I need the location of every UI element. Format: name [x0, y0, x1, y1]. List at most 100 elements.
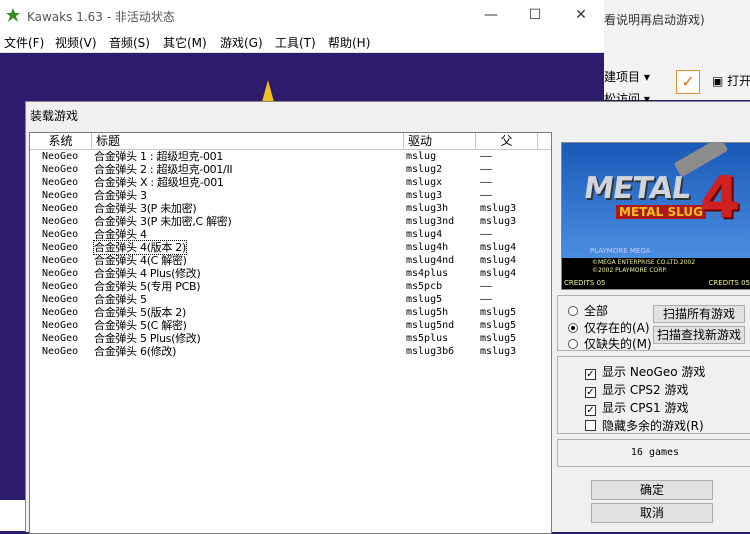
checkbox-show-neogeo[interactable]: ✓ 显示 NeoGeo 游戏	[585, 363, 705, 380]
game-driver: mslug5	[406, 294, 443, 305]
game-title: 合金弹头 4(版本 2)	[93, 240, 187, 255]
game-list[interactable]: 系统 标题 驱动 父 NeoGeo 合金弹头 1 : 超级坦克-001 mslug —…	[29, 132, 552, 534]
show-options-group: ✓ 显示 NeoGeo 游戏 ✓ 显示 CPS2 游戏 ✓ 显示 CPS1 游戏 隐藏…	[557, 356, 750, 434]
game-title: 合金弹头 3	[94, 189, 147, 202]
game-row[interactable]: NeoGeo 合金弹头 5(版本 2) mslug5h mslug5	[30, 306, 551, 319]
game-row[interactable]: NeoGeo 合金弹头 6(修改) mslug3b6 mslug3	[30, 345, 551, 358]
menu-video[interactable]: 视频(V)	[55, 34, 97, 51]
column-parent[interactable]: 父	[476, 133, 538, 149]
menu-tools[interactable]: 工具(T)	[275, 34, 316, 51]
background-hint-text: 看说明再启动游戏)	[604, 13, 705, 27]
checkbox-hide-extra[interactable]: 隐藏多余的游戏(R)	[585, 417, 704, 434]
preview-credits-left: CREDITS 05	[564, 279, 606, 287]
game-count-box: 16 games	[557, 439, 750, 467]
game-row[interactable]: NeoGeo 合金弹头 3(P 未加密,C 解密) mslug3nd mslug3	[30, 215, 551, 228]
column-system[interactable]: 系统	[30, 133, 92, 149]
game-title: 合金弹头 5	[94, 293, 147, 306]
game-parent: mslug4	[480, 255, 517, 266]
kawaks-titlebar[interactable]: Kawaks 1.63 - 非活动状态 — ☐ ✕	[0, 0, 604, 31]
game-parent: ——	[480, 294, 493, 305]
column-driver[interactable]: 驱动	[404, 133, 476, 149]
game-row[interactable]: NeoGeo 合金弹头 4(C 解密) mslug4nd mslug4	[30, 254, 551, 267]
close-icon[interactable]: ✕	[574, 8, 588, 22]
ribbon-open[interactable]: ▣ 打开	[712, 72, 750, 89]
check-icon: ✓	[585, 387, 596, 398]
preview-credits-right: CREDITS 05	[708, 279, 750, 287]
radio-all-dot	[568, 306, 578, 316]
game-system: NeoGeo	[42, 216, 79, 227]
checkbox-show-cps1[interactable]: ✓ 显示 CPS1 游戏	[585, 399, 689, 416]
game-parent: ——	[480, 190, 493, 201]
game-system: NeoGeo	[42, 307, 79, 318]
game-parent: ——	[480, 151, 493, 162]
ok-button[interactable]: 确定	[591, 480, 713, 500]
scan-all-button[interactable]: 扫描所有游戏	[653, 305, 745, 323]
game-preview: METAL METAL SLUG 4 PLAYMORE MEGA ©MEGA E…	[561, 142, 750, 290]
game-row[interactable]: NeoGeo 合金弹头 3 mslug3 ——	[30, 189, 551, 202]
game-parent: mslug5	[480, 307, 517, 318]
game-row[interactable]: NeoGeo 合金弹头 1 : 超级坦克-001 mslug ——	[30, 150, 551, 163]
game-title: 合金弹头 4	[94, 228, 147, 241]
game-title: 合金弹头 5(专用 PCB)	[94, 280, 201, 293]
preview-logo-text: METAL	[581, 171, 693, 206]
maximize-icon[interactable]: ☐	[528, 8, 542, 22]
check-icon: ✓	[585, 405, 596, 416]
game-system: NeoGeo	[42, 346, 79, 357]
ribbon-open-label: 打开	[727, 74, 750, 88]
preview-logo-number: 4	[700, 163, 741, 231]
background-art	[262, 80, 274, 102]
column-title[interactable]: 标题	[92, 133, 404, 149]
game-system: NeoGeo	[42, 268, 79, 279]
game-system: NeoGeo	[42, 255, 79, 266]
checkbox-show-cps2[interactable]: ✓ 显示 CPS2 游戏	[585, 381, 689, 398]
game-driver: mslug2	[406, 164, 443, 175]
game-title: 合金弹头 4(C 解密)	[94, 254, 187, 267]
check-icon: ✓	[585, 369, 596, 380]
game-driver: mslug	[406, 151, 437, 162]
menu-audio[interactable]: 音频(S)	[109, 34, 150, 51]
game-driver: mslug5nd	[406, 320, 455, 331]
game-row[interactable]: NeoGeo 合金弹头 3(P 未加密) mslug3h mslug3	[30, 202, 551, 215]
game-driver: ms5plus	[406, 333, 449, 344]
radio-missing[interactable]: 仅缺失的(M)	[568, 335, 652, 352]
game-parent: ——	[480, 177, 493, 188]
game-parent: mslug4	[480, 268, 517, 279]
radio-existing[interactable]: 仅存在的(A)	[568, 319, 650, 336]
game-row[interactable]: NeoGeo 合金弹头 5 mslug5 ——	[30, 293, 551, 306]
radio-all-label: 全部	[584, 304, 609, 318]
game-row[interactable]: NeoGeo 合金弹头 5(专用 PCB) ms5pcb ——	[30, 280, 551, 293]
game-row[interactable]: NeoGeo 合金弹头 4 Plus(修改) ms4plus mslug4	[30, 267, 551, 280]
game-row[interactable]: NeoGeo 合金弹头 2 : 超级坦克-001/II mslug2 ——	[30, 163, 551, 176]
game-system: NeoGeo	[42, 320, 79, 331]
game-driver: mslug3h	[406, 203, 449, 214]
game-count: 16 games	[630, 447, 680, 458]
game-row[interactable]: NeoGeo 合金弹头 4(版本 2) mslug4h mslug4	[30, 240, 551, 255]
game-title: 合金弹头 3(P 未加密,C 解密)	[94, 215, 232, 228]
game-parent: mslug3	[480, 216, 517, 227]
radio-existing-label: 仅存在的(A)	[584, 321, 650, 335]
ribbon-new-item[interactable]: 建项目 ▾	[604, 68, 650, 85]
cancel-button[interactable]: 取消	[591, 503, 713, 523]
radio-all[interactable]: 全部	[568, 302, 608, 319]
game-row[interactable]: NeoGeo 合金弹头 5 Plus(修改) ms5plus mslug5	[30, 332, 551, 345]
menu-help[interactable]: 帮助(H)	[328, 34, 370, 51]
game-driver: mslug3b6	[406, 346, 455, 357]
menu-other[interactable]: 其它(M)	[163, 34, 207, 51]
checkmark-icon[interactable]: ✓	[676, 70, 700, 94]
game-parent: ——	[480, 229, 493, 240]
kawaks-menubar: 文件(F) 视频(V) 音频(S) 其它(M) 游戏(G) 工具(T) 帮助(H…	[0, 31, 604, 53]
game-row[interactable]: NeoGeo 合金弹头 5(C 解密) mslug5nd mslug5	[30, 319, 551, 332]
minimize-icon[interactable]: —	[484, 8, 498, 22]
game-parent: mslug4	[480, 242, 517, 253]
game-row[interactable]: NeoGeo 合金弹头 X : 超级坦克-001 mslugx ——	[30, 176, 551, 189]
load-game-dialog: 装载游戏 系统 标题 驱动 父 NeoGeo 合金弹头 1 : 超级坦克-001 m…	[25, 101, 750, 534]
game-row[interactable]: NeoGeo 合金弹头 4 mslug4 ——	[30, 228, 551, 241]
scan-new-button[interactable]: 扫描查找新游戏	[653, 326, 745, 344]
menu-game[interactable]: 游戏(G)	[220, 34, 263, 51]
menu-file[interactable]: 文件(F)	[4, 34, 44, 51]
game-driver: mslug4	[406, 229, 443, 240]
game-parent: mslug5	[480, 333, 517, 344]
game-parent: ——	[480, 164, 493, 175]
game-title: 合金弹头 X : 超级坦克-001	[94, 176, 224, 189]
game-driver: mslug4nd	[406, 255, 455, 266]
